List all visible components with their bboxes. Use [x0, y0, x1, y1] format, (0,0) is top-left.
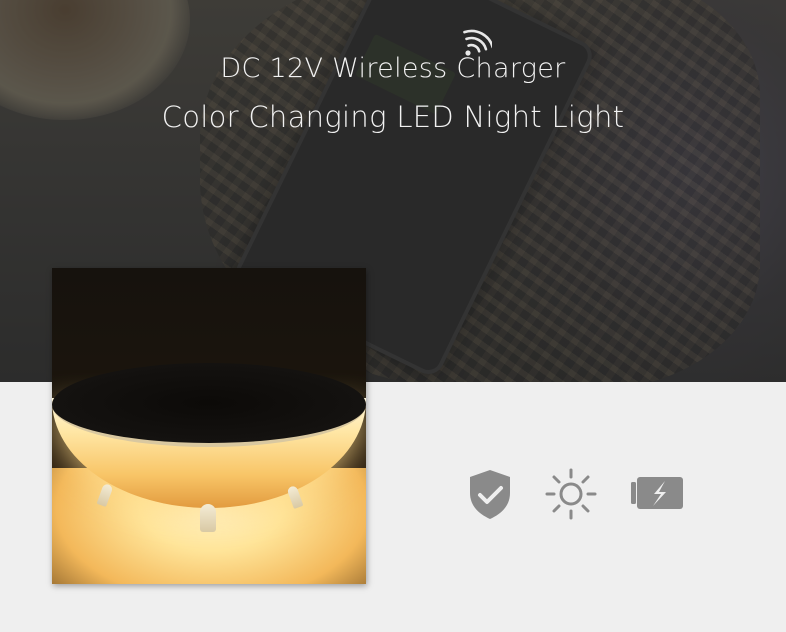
banner-title-line2: Color Changing LED Night Light [161, 100, 625, 134]
banner-title-line1: DC 12V Wireless Charger [220, 53, 566, 84]
lamp-foot [200, 504, 216, 532]
sun-brightness-icon [545, 468, 597, 520]
charging-pad-surface [52, 363, 366, 447]
shield-check-icon [470, 470, 510, 519]
product-photo [52, 268, 366, 584]
battery-charging-icon [631, 477, 683, 509]
feature-icons [462, 466, 692, 522]
